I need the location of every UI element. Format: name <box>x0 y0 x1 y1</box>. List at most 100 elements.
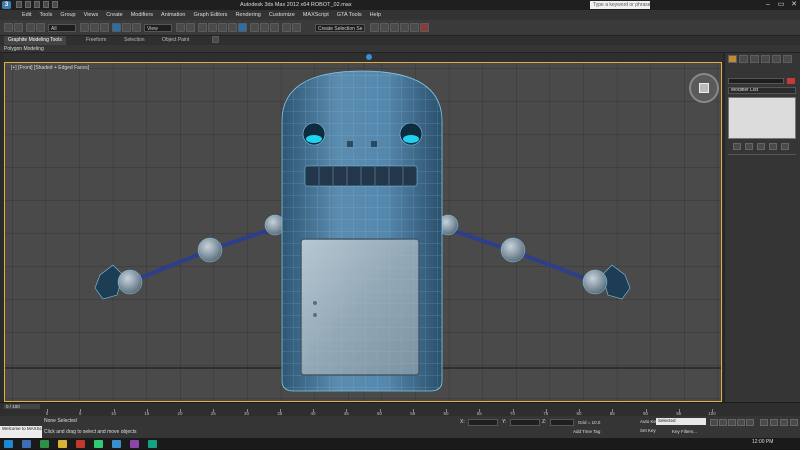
modifier-list-dropdown[interactable]: Modifier List <box>728 87 796 94</box>
select-scale-icon[interactable] <box>132 23 141 32</box>
timeline[interactable]: 0 / 100 0 5 10 15 20 25 30 35 40 45 50 55 60 65 70 75 80… <box>0 402 800 416</box>
material-editor-icon[interactable] <box>390 23 399 32</box>
taskbar-app-icon[interactable] <box>58 440 67 448</box>
named-selection-set-dropdown[interactable]: Create Selection Se <box>315 24 365 32</box>
taskbar-app-icon[interactable] <box>40 440 49 448</box>
viewport-canvas[interactable] <box>5 63 722 402</box>
render-setup-icon[interactable] <box>400 23 409 32</box>
modifier-stack[interactable] <box>728 97 796 139</box>
spinner-snap-icon[interactable] <box>238 23 247 32</box>
menu-tools[interactable]: Tools <box>35 12 56 18</box>
previous-frame-icon[interactable] <box>719 419 727 426</box>
menu-gta-tools[interactable]: GTA Tools <box>333 12 366 18</box>
display-tab-icon[interactable] <box>772 55 781 63</box>
system-tray[interactable] <box>700 441 748 447</box>
menu-graph-editors[interactable]: Graph Editors <box>190 12 232 18</box>
viewcube-face[interactable] <box>699 83 709 93</box>
menu-views[interactable]: Views <box>80 12 103 18</box>
snaps-toggle-icon[interactable] <box>208 23 217 32</box>
y-coord-field[interactable] <box>510 419 540 426</box>
layer-manager-icon[interactable] <box>282 23 291 32</box>
pivot-center-icon[interactable] <box>176 23 185 32</box>
menu-rendering[interactable]: Rendering <box>231 12 264 18</box>
tab-selection[interactable]: Selection <box>120 36 149 45</box>
select-manipulate-icon[interactable] <box>186 23 195 32</box>
taskbar-app-icon[interactable] <box>112 440 121 448</box>
redo-icon[interactable] <box>52 1 58 8</box>
configure-modifier-sets-icon[interactable] <box>781 143 789 150</box>
taskbar-3dsmax-icon[interactable] <box>148 440 157 448</box>
object-name-field[interactable] <box>728 78 784 84</box>
menu-group[interactable]: Group <box>56 12 79 18</box>
edit-named-selection-icon[interactable] <box>250 23 259 32</box>
menu-create[interactable]: Create <box>102 12 127 18</box>
pin-stack-icon[interactable] <box>733 143 741 150</box>
graphite-toggle-icon[interactable] <box>292 23 301 32</box>
minimize-button[interactable]: – <box>762 1 774 9</box>
show-end-result-icon[interactable] <box>745 143 753 150</box>
hierarchy-tab-icon[interactable] <box>750 55 759 63</box>
align-icon[interactable] <box>270 23 279 32</box>
start-icon[interactable] <box>4 440 13 448</box>
time-slider-thumb[interactable] <box>366 54 372 60</box>
maxscript-listener[interactable]: Welcome to MAXScript. <box>0 426 42 438</box>
keyboard-shortcut-icon[interactable] <box>198 23 207 32</box>
add-time-tag-button[interactable]: Add Time Tag <box>573 429 600 434</box>
remove-modifier-icon[interactable] <box>769 143 777 150</box>
select-move-icon[interactable] <box>112 23 121 32</box>
taskbar-clock[interactable]: 12:00 PM <box>752 439 773 445</box>
angle-snap-icon[interactable] <box>218 23 227 32</box>
z-coord-field[interactable] <box>550 419 574 426</box>
open-file-icon[interactable] <box>25 1 31 8</box>
percent-snap-icon[interactable] <box>228 23 237 32</box>
rectangular-selection-icon[interactable] <box>100 23 109 32</box>
menu-edit[interactable]: Edit <box>18 12 35 18</box>
key-selection-dropdown[interactable]: Selected <box>656 418 706 425</box>
help-search-input[interactable]: Type a keyword or phrase <box>590 1 650 9</box>
motion-tab-icon[interactable] <box>761 55 770 63</box>
menu-modifiers[interactable]: Modifiers <box>127 12 157 18</box>
zoom-icon[interactable] <box>760 419 768 426</box>
ribbon-options-icon[interactable] <box>212 36 219 43</box>
make-unique-icon[interactable] <box>757 143 765 150</box>
taskbar-app-icon[interactable] <box>94 440 103 448</box>
save-file-icon[interactable] <box>34 1 40 8</box>
menu-animation[interactable]: Animation <box>157 12 189 18</box>
render-production-icon[interactable] <box>420 23 429 32</box>
modify-tab-icon[interactable] <box>739 55 748 63</box>
undo-icon[interactable] <box>43 1 49 8</box>
taskbar-app-icon[interactable] <box>76 440 85 448</box>
pan-view-icon[interactable] <box>770 419 778 426</box>
select-by-name-icon[interactable] <box>90 23 99 32</box>
frame-counter[interactable]: 0 / 100 <box>4 404 40 409</box>
unlink-icon[interactable] <box>36 23 45 32</box>
next-frame-icon[interactable] <box>737 419 745 426</box>
utilities-tab-icon[interactable] <box>783 55 792 63</box>
viewcube[interactable] <box>689 73 719 103</box>
curve-editor-icon[interactable] <box>370 23 379 32</box>
object-color-swatch[interactable] <box>787 78 795 84</box>
taskbar-app-icon[interactable] <box>22 440 31 448</box>
play-icon[interactable] <box>728 419 736 426</box>
redo-icon[interactable] <box>14 23 23 32</box>
rendered-frame-window-icon[interactable] <box>410 23 419 32</box>
go-to-start-icon[interactable] <box>710 419 718 426</box>
polygon-modeling-panel-label[interactable]: Polygon Modeling <box>4 45 44 53</box>
select-object-icon[interactable] <box>80 23 89 32</box>
schematic-view-icon[interactable] <box>380 23 389 32</box>
new-file-icon[interactable] <box>16 1 22 8</box>
front-viewport[interactable]: [+] [Front] [Shaded + Edged Faces] <box>4 62 722 402</box>
reference-coordinate-dropdown[interactable]: View <box>144 24 172 32</box>
mirror-icon[interactable] <box>260 23 269 32</box>
menu-maxscript[interactable]: MAXScript <box>299 12 333 18</box>
time-slider[interactable] <box>4 53 722 62</box>
close-button[interactable]: ✕ <box>788 1 800 9</box>
maximize-button[interactable]: ▭ <box>775 1 787 9</box>
select-rotate-icon[interactable] <box>122 23 131 32</box>
orbit-icon[interactable] <box>780 419 788 426</box>
tab-object-paint[interactable]: Object Paint <box>158 36 193 45</box>
maximize-viewport-icon[interactable] <box>790 419 798 426</box>
create-tab-icon[interactable] <box>728 55 737 63</box>
set-key-button[interactable]: Set Key <box>640 428 656 433</box>
tab-freeform[interactable]: Freeform <box>82 36 110 45</box>
